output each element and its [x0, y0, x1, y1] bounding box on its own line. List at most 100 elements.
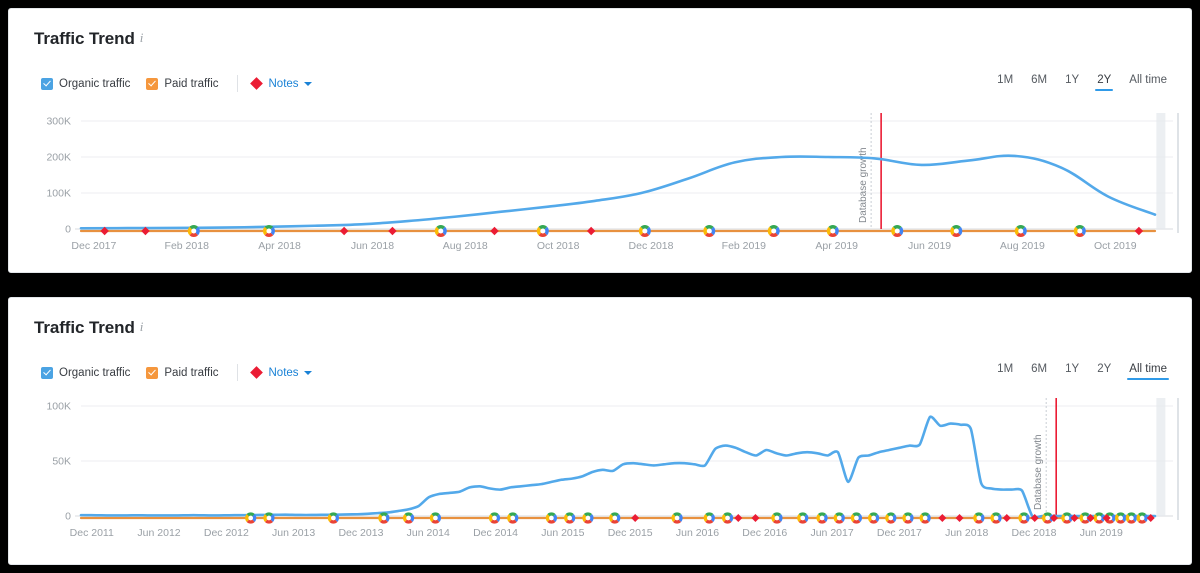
google-update-marker[interactable]: [721, 512, 734, 524]
paid-traffic-checkbox[interactable]: [146, 77, 159, 90]
note-marker[interactable]: [1002, 514, 1011, 522]
info-icon[interactable]: i: [140, 30, 144, 46]
google-update-marker[interactable]: [488, 512, 501, 524]
google-update-marker[interactable]: [1115, 512, 1127, 524]
chevron-down-icon-bottom[interactable]: [303, 370, 312, 375]
y-axis-tick-label: 200K: [46, 152, 71, 164]
info-icon-bottom[interactable]: i: [140, 319, 144, 335]
google-update-marker[interactable]: [402, 512, 415, 524]
google-update-marker[interactable]: [703, 225, 716, 237]
legend-item-organic-bottom[interactable]: Organic traffic: [41, 366, 131, 379]
notes-dropdown-bottom[interactable]: Notes: [249, 366, 312, 379]
chevron-down-icon[interactable]: [303, 81, 312, 86]
range-btn-6m[interactable]: 6M: [1031, 74, 1047, 91]
range-btn-6m-bottom[interactable]: 6M: [1031, 363, 1047, 380]
google-update-marker[interactable]: [245, 512, 257, 524]
google-update-marker[interactable]: [850, 512, 863, 524]
x-axis-tick-label: Dec 2012: [204, 527, 249, 539]
legend-label-organic-bottom: Organic traffic: [59, 366, 131, 379]
legend-item-organic[interactable]: Organic traffic: [41, 77, 131, 90]
google-update-marker[interactable]: [1014, 225, 1027, 237]
note-marker[interactable]: [339, 226, 349, 236]
google-update-marker[interactable]: [891, 225, 904, 237]
range-selector-bottom: 1M 6M 1Y 2Y All time: [997, 363, 1169, 380]
range-btn-all-time[interactable]: All time: [1129, 74, 1167, 91]
google-update-marker[interactable]: [671, 512, 683, 524]
paid-traffic-checkbox-bottom[interactable]: [146, 366, 159, 379]
note-marker[interactable]: [490, 226, 499, 236]
y-axis-tick-label: 50K: [52, 456, 71, 468]
card-title-text: Traffic Trend: [34, 29, 135, 48]
google-update-marker[interactable]: [902, 512, 914, 524]
google-update-marker[interactable]: [564, 512, 576, 524]
legend-item-paid-bottom[interactable]: Paid traffic: [146, 366, 219, 379]
x-axis-tick-label: Jun 2015: [541, 527, 584, 539]
organic-traffic-checkbox-bottom[interactable]: [41, 366, 53, 379]
y-axis-tick-label: 100K: [46, 401, 71, 413]
note-marker[interactable]: [955, 514, 964, 522]
google-update-marker[interactable]: [885, 512, 897, 524]
range-btn-1m-bottom[interactable]: 1M: [997, 363, 1013, 380]
traffic-trend-chart-top[interactable]: 0100K200K300KDatabase growthDec 2017 Feb …: [9, 107, 1193, 257]
google-update-marker[interactable]: [429, 512, 442, 524]
google-update-marker[interactable]: [767, 225, 780, 237]
google-update-marker[interactable]: [950, 225, 963, 237]
x-axis-tick-label: Dec 2017: [877, 527, 922, 539]
card-title-text-bottom: Traffic Trend: [34, 318, 135, 337]
y-axis-tick-label: 300K: [46, 116, 71, 128]
range-btn-1y[interactable]: 1Y: [1065, 74, 1079, 91]
range-btn-1m[interactable]: 1M: [997, 74, 1013, 91]
notes-label-bottom: Notes: [268, 366, 299, 379]
notes-dropdown[interactable]: Notes: [249, 77, 312, 90]
traffic-trend-chart-bottom[interactable]: 0 50K 100K Database growth Dec 2011 Jun 2012 D…: [9, 388, 1193, 548]
google-update-marker[interactable]: [919, 512, 931, 524]
google-update-marker[interactable]: [582, 512, 594, 524]
google-update-marker[interactable]: [816, 512, 828, 524]
chart-legend: Organic traffic Paid traffic Notes: [41, 75, 312, 92]
google-update-marker[interactable]: [327, 512, 339, 524]
organic-traffic-checkbox[interactable]: [41, 77, 53, 90]
x-axis-tick-label: Dec 2018: [1012, 527, 1057, 539]
chart-plot-bottom: 0 50K 100K Database growth Dec 2011 Jun 2012 D…: [9, 388, 1193, 548]
range-btn-2y[interactable]: 2Y: [1095, 74, 1114, 91]
range-btn-all-time-bottom[interactable]: All time: [1127, 363, 1169, 380]
google-update-marker[interactable]: [1136, 512, 1148, 524]
note-marker[interactable]: [1134, 226, 1144, 236]
google-update-marker[interactable]: [545, 512, 558, 524]
note-marker[interactable]: [938, 514, 947, 522]
google-update-marker[interactable]: [1125, 512, 1137, 524]
note-marker[interactable]: [751, 514, 760, 522]
google-update-marker[interactable]: [1073, 225, 1086, 237]
google-update-marker[interactable]: [507, 512, 519, 524]
google-update-marker[interactable]: [1018, 512, 1030, 524]
google-update-marker[interactable]: [378, 512, 390, 524]
legend-item-paid[interactable]: Paid traffic: [146, 77, 219, 90]
google-update-marker[interactable]: [434, 225, 447, 237]
google-update-marker[interactable]: [771, 512, 783, 524]
traffic-trend-card-top: Traffic Trend i Organic traffic Paid traf…: [8, 8, 1192, 273]
note-marker[interactable]: [734, 514, 743, 522]
note-marker[interactable]: [586, 226, 596, 236]
google-update-marker[interactable]: [990, 512, 1002, 524]
range-btn-1y-bottom[interactable]: 1Y: [1065, 363, 1079, 380]
google-update-marker[interactable]: [868, 512, 880, 524]
google-update-marker[interactable]: [638, 225, 651, 237]
google-update-marker[interactable]: [609, 512, 621, 524]
legend-label-organic: Organic traffic: [59, 77, 131, 90]
note-marker[interactable]: [388, 226, 397, 236]
google-update-marker[interactable]: [973, 512, 985, 524]
google-update-marker[interactable]: [536, 225, 549, 237]
google-update-marker[interactable]: [703, 512, 715, 524]
chart-plot-top: 0 100K 200K 300K Database growth Dec 2017 Feb …: [9, 107, 1193, 257]
note-marker[interactable]: [631, 514, 640, 522]
range-btn-2y-bottom[interactable]: 2Y: [1097, 363, 1111, 380]
google-update-marker[interactable]: [797, 512, 809, 524]
x-axis-tick-label: Dec 2011: [70, 527, 114, 539]
google-update-marker[interactable]: [262, 225, 275, 237]
google-update-marker[interactable]: [187, 225, 200, 237]
page-title-bottom: Traffic Trend i: [34, 318, 143, 338]
google-update-marker[interactable]: [833, 512, 845, 524]
notes-label: Notes: [268, 77, 299, 90]
google-update-marker[interactable]: [263, 512, 275, 524]
google-update-marker[interactable]: [826, 225, 839, 237]
